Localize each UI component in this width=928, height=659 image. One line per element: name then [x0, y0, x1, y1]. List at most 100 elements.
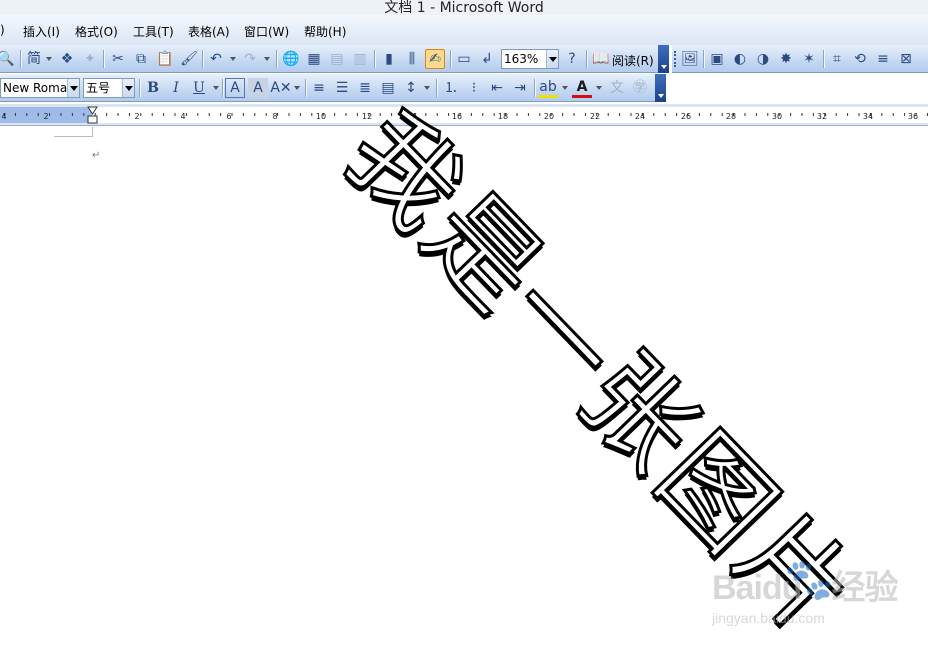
tables-borders-icon[interactable]: ▦	[304, 49, 324, 69]
dropdown-arrow-icon[interactable]	[46, 57, 52, 61]
ruler-number: 28	[726, 112, 736, 121]
crop-mark	[54, 136, 93, 137]
menu-item-tools[interactable]: 工具(T)	[133, 23, 174, 40]
text-effects-icon[interactable]: A✕	[270, 78, 291, 98]
crop-icon[interactable]: ⌗	[827, 49, 847, 69]
paragraph-marks-icon[interactable]: ↲	[477, 49, 497, 69]
italic-button[interactable]: I	[166, 78, 186, 98]
ruler-number: 20	[544, 112, 554, 121]
toolbar-separator	[450, 50, 451, 68]
insert-picture-icon[interactable]: 🖼	[680, 49, 700, 69]
standard-toolbar: 🔍 简 ❖ ✦ ✂ ⧉ 📋 🖌 ↶ ↷ 🌐 ▦ ▤ ▥ ▮ ⫼ ✍ ▭ ↲ 16…	[0, 45, 669, 73]
menu-item-insert[interactable]: 插入(I)	[23, 23, 60, 40]
align-justify-icon[interactable]: ≡	[309, 78, 329, 98]
zoom-combo[interactable]: 163%	[501, 49, 559, 69]
help-icon[interactable]: ?	[562, 49, 582, 69]
ruler-number: 26	[681, 112, 691, 121]
font-color-dropdown-icon[interactable]	[596, 86, 602, 90]
rotate-left-icon[interactable]: ⟲	[850, 49, 870, 69]
window-title: 文档 1 - Microsoft Word	[384, 0, 544, 15]
zoom-dropdown-icon[interactable]	[546, 50, 558, 68]
format-painter-icon[interactable]: 🖌	[179, 49, 199, 69]
menu-item-help[interactable]: 帮助(H)	[304, 23, 346, 40]
cut-icon[interactable]: ✂	[108, 49, 128, 69]
align-center-icon[interactable]: ☰	[332, 78, 352, 98]
columns-icon[interactable]: ▮	[379, 49, 399, 69]
crop-mark	[92, 127, 93, 137]
redo-icon[interactable]: ↷	[240, 49, 260, 69]
insert-excel-icon[interactable]: ▥	[350, 49, 370, 69]
distributed-icon[interactable]: ▤	[378, 78, 398, 98]
less-contrast-icon[interactable]: ◑	[753, 49, 773, 69]
numbering-icon[interactable]: ⒈	[441, 78, 461, 98]
horizontal-ruler[interactable]: 4 2 2 4 6 8 10 12 14 16 18 20 22 24 26 28 30 32 34 36	[0, 104, 928, 126]
toolbar-separator	[586, 50, 587, 68]
formatting-toolbar: New Roman 五号 B I U A A A✕ ≡ ☰ ≣ ▤ ↕ ⒈ ⁝ …	[0, 74, 666, 102]
menu-item-format[interactable]: 格式(O)	[75, 23, 118, 40]
more-brightness-icon[interactable]: ✸	[776, 49, 796, 69]
more-contrast-icon[interactable]: ◐	[730, 49, 750, 69]
menu-item-window[interactable]: 窗口(W)	[244, 23, 289, 40]
char-border-button[interactable]: A	[225, 78, 245, 98]
show-hide-icon[interactable]: ▭	[454, 49, 474, 69]
text-effects-dropdown-icon[interactable]	[294, 86, 300, 90]
underline-dropdown-icon[interactable]	[213, 86, 219, 90]
insert-table-icon[interactable]: ▤	[327, 49, 347, 69]
phonetic-guide-icon[interactable]: 文	[607, 78, 627, 98]
toolbar-grip-icon[interactable]	[674, 51, 677, 67]
highlight-icon[interactable]: ab	[538, 78, 558, 98]
underline-button[interactable]: U	[189, 78, 209, 98]
menu-item-table[interactable]: 表格(A)	[188, 23, 230, 40]
drawing-icon[interactable]: ⫼	[402, 49, 422, 69]
toolbar-separator	[139, 79, 140, 97]
paragraph-mark: ↵	[92, 150, 101, 161]
simplified-chinese-icon[interactable]: 简	[24, 49, 44, 69]
compress-icon[interactable]: ⊠	[896, 49, 916, 69]
font-size-combo[interactable]: 五号	[83, 78, 135, 98]
undo-icon[interactable]: ↶	[206, 49, 226, 69]
increase-indent-icon[interactable]: ⇥	[510, 78, 530, 98]
watermark-url: jingyan.baidu.com	[712, 610, 825, 626]
ruler-number: 4	[1, 112, 6, 121]
traditional-chinese-icon[interactable]: ❖	[57, 49, 77, 69]
toolbar-options-icon[interactable]	[655, 74, 666, 102]
font-name-dropdown-icon[interactable]	[67, 79, 79, 97]
ruler-number: 24	[635, 112, 645, 121]
zoom-value: 163%	[504, 52, 539, 66]
toolbar-options-icon[interactable]	[658, 45, 669, 73]
line-style-icon[interactable]: ≡	[873, 49, 893, 69]
picture-toolbar: 🖼 ▣ ◐ ◑ ✸ ✶ ⌗ ⟲ ≡ ⊠	[672, 45, 928, 73]
read-mode-button[interactable]: 阅读(R)	[612, 52, 654, 69]
highlight-dropdown-icon[interactable]	[562, 86, 568, 90]
color-icon[interactable]: ▣	[707, 49, 727, 69]
redo-dropdown-icon[interactable]	[264, 57, 270, 61]
char-shading-button[interactable]: A	[248, 78, 268, 98]
ruler-number: 30	[772, 112, 782, 121]
ruler-number: 8	[272, 112, 277, 121]
ruler-number: 16	[452, 112, 462, 121]
print-preview-icon[interactable]: 🔍	[0, 49, 16, 69]
decrease-indent-icon[interactable]: ⇤	[487, 78, 507, 98]
toolbar-separator	[534, 79, 535, 97]
font-name-combo[interactable]: New Roman	[0, 78, 80, 98]
menu-item-view[interactable]: )	[0, 23, 5, 37]
undo-dropdown-icon[interactable]	[230, 57, 236, 61]
align-right-icon[interactable]: ≣	[355, 78, 375, 98]
document-map-icon[interactable]: ✍	[425, 49, 445, 69]
ruler-ticks: 4 2 2 4 6 8 10 12 14 16 18 20 22 24 26 28 30 32 34 36	[1, 106, 928, 124]
enclose-characters-icon[interactable]: ㊫	[630, 78, 650, 98]
hyperlink-icon[interactable]: 🌐	[281, 49, 301, 69]
ruler-number: 4	[180, 112, 185, 121]
font-color-button[interactable]: A	[572, 78, 592, 98]
less-brightness-icon[interactable]: ✶	[799, 49, 819, 69]
copy-icon[interactable]: ⧉	[131, 49, 151, 69]
line-spacing-dropdown-icon[interactable]	[424, 86, 430, 90]
research-icon[interactable]: ✦	[80, 49, 100, 69]
ruler-number: 2	[43, 112, 48, 121]
bold-button[interactable]: B	[143, 78, 163, 98]
paste-icon[interactable]: 📋	[155, 49, 175, 69]
bullets-icon[interactable]: ⁝	[464, 78, 484, 98]
ruler-number: 32	[817, 112, 827, 121]
title-bar: 文档 1 - Microsoft Word	[0, 0, 928, 15]
font-size-dropdown-icon[interactable]	[122, 79, 134, 97]
